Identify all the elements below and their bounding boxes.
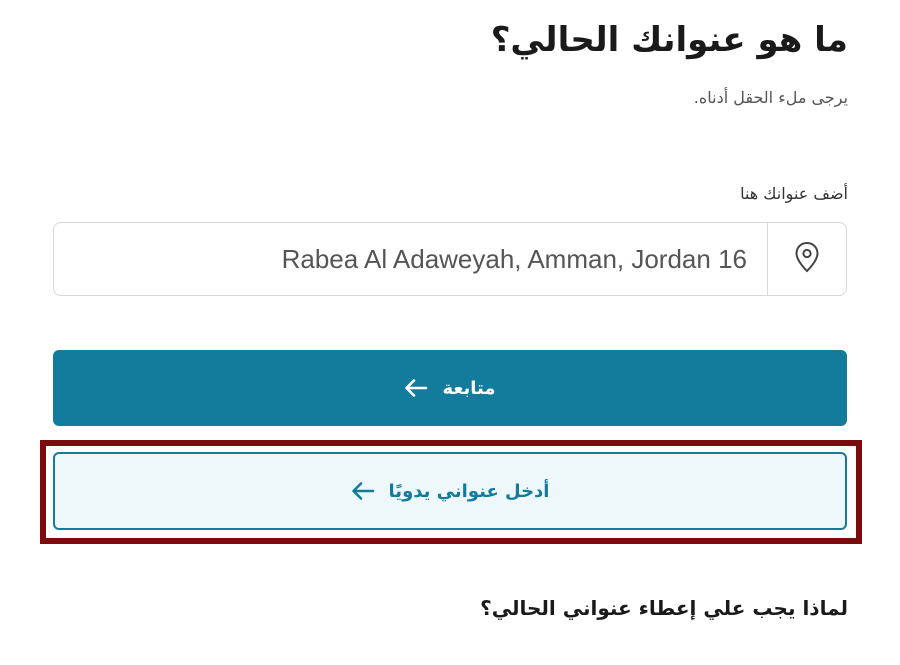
- arrow-left-icon: [404, 378, 428, 398]
- address-field-label: أضف عنوانك هنا: [740, 184, 848, 203]
- address-input[interactable]: [54, 223, 767, 295]
- continue-button[interactable]: متابعة: [53, 350, 847, 426]
- manual-entry-button-label: أدخل عنواني يدويًا: [388, 480, 550, 502]
- address-field: [53, 222, 847, 296]
- faq-heading: لماذا يجب علي إعطاء عنواني الحالي؟: [480, 596, 848, 620]
- location-button[interactable]: [767, 223, 846, 295]
- continue-button-label: متابعة: [442, 377, 496, 399]
- manual-entry-button[interactable]: أدخل عنواني يدويًا: [53, 452, 847, 530]
- location-pin-icon: [794, 241, 820, 277]
- page-subtitle: يرجى ملء الحقل أدناه.: [693, 88, 848, 107]
- arrow-left-icon: [351, 481, 375, 501]
- page-title: ما هو عنوانك الحالي؟: [490, 20, 848, 60]
